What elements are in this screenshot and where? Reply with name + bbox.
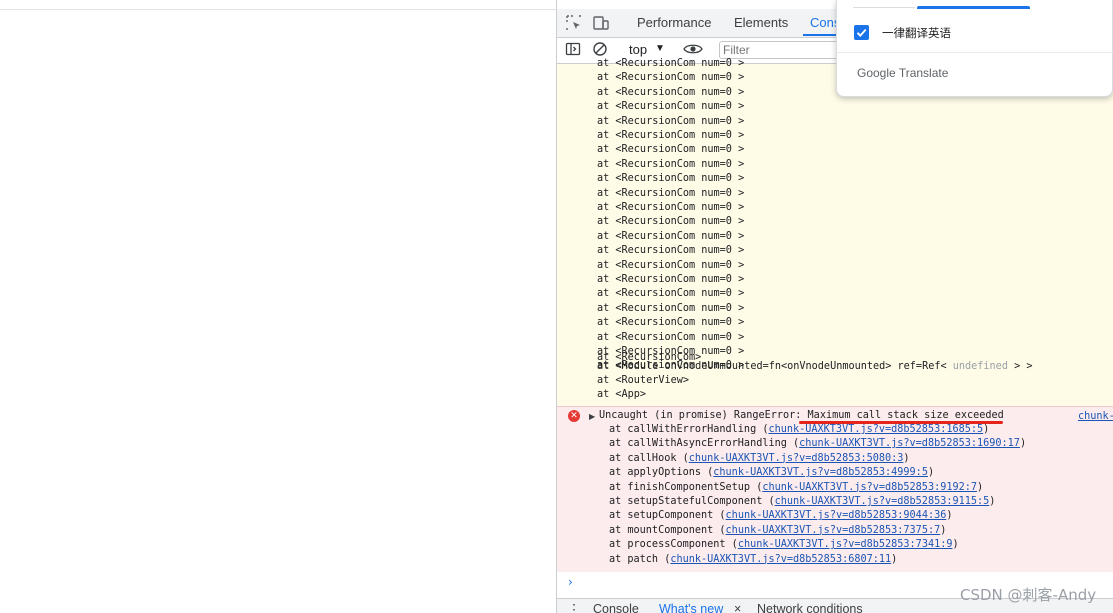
stack-function: at finishComponentSetup (	[609, 481, 763, 493]
stack-close-paren: )	[927, 467, 935, 479]
stack-frame: at callHook (chunk-UAXKT3VT.js?v=d8b5285…	[609, 452, 910, 466]
stack-frame: at mountComponent (chunk-UAXKT3VT.js?v=d…	[609, 524, 946, 538]
stack-function: at mountComponent (	[609, 524, 726, 536]
warning-line: at <RecursionCom num=0 >	[597, 230, 745, 242]
stack-close-paren: )	[940, 524, 947, 536]
error-icon: ✕	[568, 410, 580, 422]
error-prefix: Uncaught (in promise) RangeError:	[599, 410, 808, 421]
warning-line: at <RecursionCom num=0 >	[597, 130, 745, 141]
google-translate-brand: Google Translate	[857, 66, 949, 80]
expand-caret-icon[interactable]: ▶	[589, 412, 595, 421]
warning-line: at <RecursionCom num=0 >	[597, 245, 745, 257]
warning-line: at <RecursionCom num=0 >	[597, 331, 745, 343]
warning-line: at <RouterView>	[597, 375, 690, 386]
popup-tab-divider	[853, 7, 915, 8]
translate-popup: 一律翻译英语 Google Translate	[836, 0, 1113, 97]
warning-line: at <RecursionCom num=0 >	[597, 317, 745, 329]
warning-line-module: at <Module onVnodeUnmounted=fn<onVnodeUn…	[597, 360, 1033, 374]
warning-line: at <RecursionCom num=0 >	[597, 72, 745, 84]
chevron-down-icon[interactable]: ▼	[655, 43, 665, 54]
stack-source-link[interactable]: chunk-UAXKT3VT.js?v=d8b52853:6807:11	[670, 554, 891, 565]
stack-close-paren: )	[977, 481, 984, 493]
console-output: at <RecursionCom num=0 > at <RecursionCom…	[557, 58, 1113, 604]
warning-line: at <RecursionCom num=0 >	[597, 158, 745, 170]
sidebar-toggle-icon[interactable]	[565, 41, 583, 59]
tab-performance[interactable]: Performance	[637, 15, 711, 30]
popup-divider	[837, 52, 1113, 53]
stack-source-link[interactable]: chunk-UAXKT3VT.js?v=d8b52853:5080:3	[689, 453, 904, 464]
stack-close-paren: )	[1019, 438, 1027, 450]
error-source-link[interactable]: chunk-	[1078, 411, 1113, 422]
stack-frame: at processComponent (chunk-UAXKT3VT.js?v…	[609, 538, 959, 552]
warning-line: at <RecursionCom num=0 >	[597, 274, 745, 285]
stack-source-link[interactable]: chunk-UAXKT3VT.js?v=d8b52853:9115:5	[775, 496, 990, 507]
warning-line: at <RecursionCom num=0 >	[597, 259, 745, 271]
popup-active-tab-indicator	[917, 6, 1030, 9]
warning-line: at <RecursionCom num=0 >	[597, 216, 745, 228]
watermark: CSDN @刺客-Andy	[960, 586, 1097, 604]
module-suffix: > >	[1007, 361, 1033, 372]
stack-frame: at setupStatefulComponent (chunk-UAXKT3V…	[609, 495, 995, 509]
stack-frame: at patch (chunk-UAXKT3VT.js?v=d8b52853:6…	[609, 553, 897, 567]
warning-line: at <RecursionCom num=0 >	[597, 86, 745, 98]
stack-function: at callWithErrorHandling (	[609, 424, 769, 435]
warning-line: at <RecursionCom num=0 >	[597, 115, 745, 127]
context-selector[interactable]: top	[629, 42, 647, 57]
web-page-content	[0, 10, 556, 613]
drawer-tab-network-conditions[interactable]: Network conditions	[757, 602, 863, 613]
stack-source-link[interactable]: chunk-UAXKT3VT.js?v=d8b52853:7375:7	[726, 525, 941, 536]
warning-line: at <RecursionCom num=0 >	[597, 302, 745, 314]
tab-elements[interactable]: Elements	[734, 15, 788, 30]
console-prompt-icon[interactable]: ›	[568, 575, 573, 589]
inspect-element-icon[interactable]	[565, 14, 583, 32]
stack-function: at processComponent (	[609, 539, 738, 551]
stack-frame: at setupComponent (chunk-UAXKT3VT.js?v=d…	[609, 509, 953, 523]
stack-close-paren: )	[989, 496, 996, 507]
drawer-menu-icon[interactable]: ⋮	[567, 601, 581, 613]
warning-line: at <RecursionCom num=0 >	[597, 202, 745, 213]
drawer-tab-console[interactable]: Console	[593, 602, 639, 613]
always-translate-label[interactable]: 一律翻译英语	[882, 25, 951, 41]
stack-source-link[interactable]: chunk-UAXKT3VT.js?v=d8b52853:7341:9	[738, 539, 953, 550]
drawer-tab-whats-new[interactable]: What's new	[659, 602, 723, 613]
undefined-value: undefined	[952, 361, 1008, 372]
error-message: Maximum call stack size exceeded	[807, 410, 1004, 421]
stack-frame: at callWithErrorHandling (chunk-UAXKT3VT…	[609, 423, 989, 437]
warning-line: at <RecursionCom num=0 >	[597, 173, 745, 185]
stack-frame: at finishComponentSetup (chunk-UAXKT3VT.…	[609, 481, 983, 495]
stack-function: at callHook (	[609, 452, 689, 464]
warning-line: at <App>	[597, 389, 647, 400]
stack-close-paren: )	[952, 539, 959, 551]
stack-close-paren: )	[891, 553, 898, 565]
stack-function: at applyOptions (	[609, 467, 714, 479]
stack-close-paren: )	[903, 452, 910, 464]
stack-source-link[interactable]: chunk-UAXKT3VT.js?v=d8b52853:9192:7	[762, 482, 977, 493]
warning-line: at <RecursionCom num=0 >	[597, 187, 745, 199]
warning-line: at <RecursionCom num=0 >	[597, 101, 745, 113]
device-toolbar-icon[interactable]	[592, 14, 610, 32]
module-prefix: at <Module onVnodeUnmounted=fn<onVnodeUn…	[597, 361, 953, 372]
stack-source-link[interactable]: chunk-UAXKT3VT.js?v=d8b52853:9044:36	[726, 510, 947, 521]
close-icon[interactable]: ×	[734, 602, 741, 613]
warning-line: at <RecursionCom num=0 >	[597, 144, 745, 156]
stack-close-paren: )	[946, 510, 953, 522]
stack-function: at patch (	[609, 553, 671, 565]
stack-source-link[interactable]: chunk-UAXKT3VT.js?v=d8b52853:1685:5	[768, 424, 983, 435]
stack-function: at setupComponent (	[609, 510, 726, 522]
stack-source-link[interactable]: chunk-UAXKT3VT.js?v=d8b52853:1690:17	[799, 438, 1020, 449]
warning-line: at <RecursionCom num=0 >	[597, 58, 745, 69]
warning-line: at <RecursionCom num=0 >	[597, 288, 745, 300]
stack-function: at callWithAsyncErrorHandling (	[609, 438, 800, 450]
stack-close-paren: )	[983, 424, 990, 435]
always-translate-checkbox[interactable]	[854, 25, 869, 40]
stack-frame: at applyOptions (chunk-UAXKT3VT.js?v=d8b…	[609, 466, 934, 480]
stack-source-link[interactable]: chunk-UAXKT3VT.js?v=d8b52853:4999:5	[713, 467, 928, 478]
stack-frame: at callWithAsyncErrorHandling (chunk-UAX…	[609, 437, 1026, 451]
stack-function: at setupStatefulComponent (	[609, 496, 775, 507]
